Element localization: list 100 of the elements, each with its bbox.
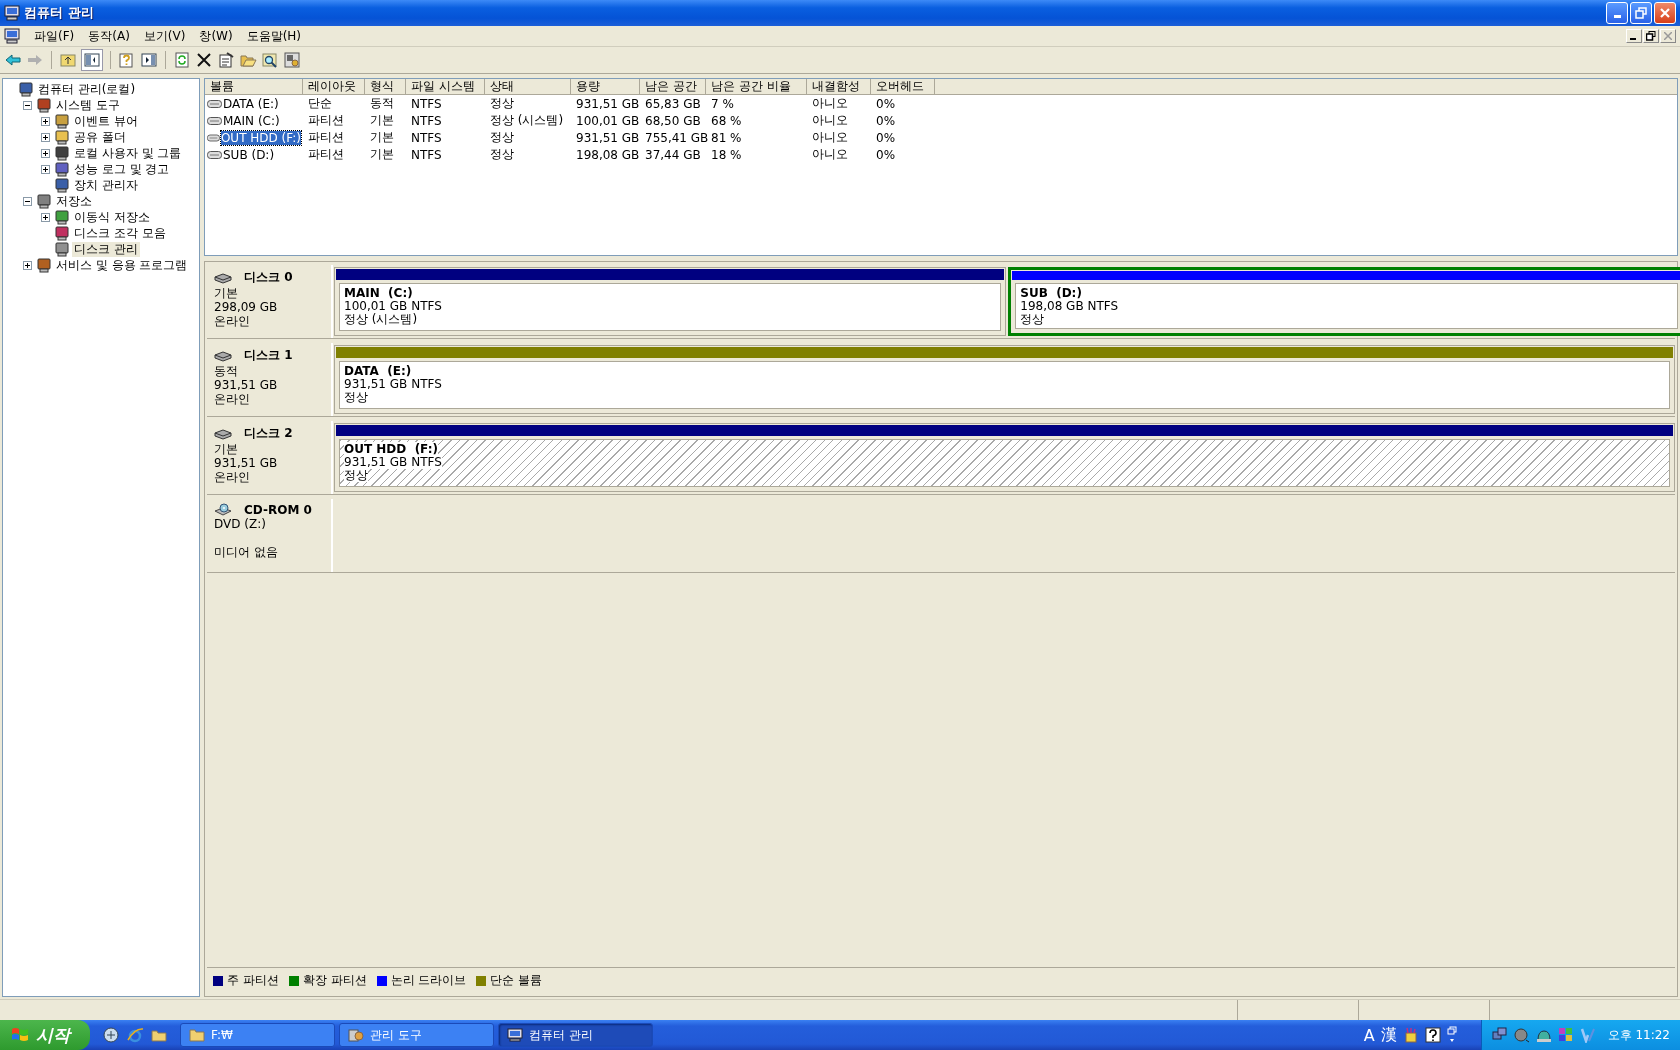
collapse-icon[interactable] [23,100,34,110]
partition-block[interactable]: SUB (D:) 198,08 GB NTFS 정상 [1008,267,1680,336]
expand-icon[interactable] [41,132,52,142]
table-cell-text: 아니오 [811,95,849,112]
tree-item[interactable]: 서비스 및 응용 프로그램 [54,257,190,273]
partition-status: 정상 [344,469,368,482]
network-icon[interactable] [1491,1027,1508,1043]
volume-name[interactable]: SUB (D:) [223,147,275,162]
tree-item[interactable]: 시스템 도구 [54,97,122,113]
column-header[interactable]: 파일 시스템 [406,79,485,94]
taskbar-button[interactable]: 컴퓨터 관리 [498,1023,653,1047]
partition-area[interactable]: DATA (E:) 931,51 GB NTFS 정상 [339,361,1670,409]
partition-block[interactable]: MAIN (C:) 100,01 GB NTFS 정상 (시스템) [334,267,1007,336]
expand-icon[interactable] [41,164,52,174]
action-pane-icon[interactable] [140,51,158,69]
disk-name: 디스크 2 [244,425,293,442]
tree-item[interactable]: 공유 폴더 [72,129,128,145]
tree-item[interactable]: 디스크 조각 모음 [72,225,168,241]
browser-icon[interactable] [126,1026,144,1044]
column-header[interactable]: 형식 [365,79,406,94]
volume-name[interactable]: OUT HDD (F:) [220,130,301,145]
up-folder-icon[interactable] [59,51,77,69]
menu-item[interactable]: 보기(V) [137,26,192,46]
tree-node-icon [54,177,70,193]
tree-item[interactable]: 컴퓨터 관리(로컬) [36,81,138,97]
expand-icon[interactable] [41,212,52,222]
disk-status: 온라인 [214,314,251,328]
partition-block[interactable]: OUT HDD (F:) 931,51 GB NTFS 정상 [334,423,1675,492]
help-icon[interactable] [1424,1027,1441,1043]
disk-name: 디스크 1 [244,347,293,364]
dome-icon[interactable] [1535,1027,1552,1043]
tree-item[interactable]: 로컬 사용자 및 그룹 [72,145,184,161]
volume-name[interactable]: DATA (E:) [223,96,279,111]
puzzle-icon[interactable] [1557,1027,1574,1043]
tree-item[interactable]: 성능 로그 및 경고 [72,161,172,177]
table-cell-text: 정상 [489,95,515,112]
table-cell-text: 정상 (시스템) [489,112,565,129]
expand-icon[interactable] [41,116,52,126]
search-icon[interactable] [261,51,279,69]
minimize-icon [1613,15,1621,18]
menu-item[interactable]: 동작(A) [82,26,136,46]
column-header[interactable]: 볼륨 [205,79,303,94]
tree-item[interactable]: 저장소 [54,193,94,209]
column-header[interactable]: 내결함성 [807,79,871,94]
back-arrow-icon[interactable] [4,51,22,69]
partition-name: SUB (D:) [1020,286,1082,300]
disk-type: DVD (Z:) [214,517,267,531]
minimize-button[interactable] [1626,29,1642,43]
pencil-cup-icon[interactable] [1402,1027,1419,1043]
taskbar-button[interactable]: 관리 도구 [339,1023,494,1047]
tree-node-icon [54,209,70,225]
taskbar-button[interactable]: F:₩ [180,1023,335,1047]
menu-item[interactable]: 도움말(H) [240,26,308,46]
partition-size: 931,51 GB NTFS [344,378,442,391]
close-button[interactable] [1654,2,1676,24]
computer-icon [507,1028,523,1042]
tree-pane-icon[interactable] [81,49,103,71]
tree-item[interactable]: 이벤트 뷰어 [72,113,140,129]
properties-icon[interactable] [217,51,235,69]
restore-icon[interactable] [1446,1026,1457,1044]
settings-icon[interactable] [283,51,301,69]
column-header[interactable]: 오버헤드 [871,79,935,94]
ime-indicator[interactable]: 漢 [1380,1024,1397,1046]
tree-node-icon [36,193,52,209]
menu-item[interactable]: 파일(F) [28,26,81,46]
restore-icon [1646,31,1656,41]
tree-node-icon [54,113,70,129]
restore-icon [1635,7,1647,19]
partition-block[interactable]: DATA (E:) 931,51 GB NTFS 정상 [334,345,1675,414]
expand-icon[interactable] [41,148,52,158]
table-cell-text: 931,51 GB [575,96,640,111]
partition-area[interactable]: OUT HDD (F:) 931,51 GB NTFS 정상 [339,439,1670,487]
restore-button[interactable] [1643,29,1659,43]
delete-icon[interactable] [195,51,213,69]
partition-area[interactable]: SUB (D:) 198,08 GB NTFS 정상 [1015,283,1678,329]
tree-item[interactable]: 이동식 저장소 [72,209,152,225]
partition-area[interactable]: MAIN (C:) 100,01 GB NTFS 정상 (시스템) [339,283,1002,331]
computer-icon[interactable] [4,28,20,44]
app-icon[interactable] [102,1026,120,1044]
disk-type: 기본 [214,286,239,300]
expand-icon[interactable] [23,260,34,270]
ime-indicator[interactable]: A [1363,1025,1375,1045]
column-header[interactable]: 용량 [571,79,640,94]
table-cell-text: 정상 [489,129,515,146]
legend-label: 확장 파티션 [302,972,367,989]
menu-item[interactable]: 창(W) [193,26,239,46]
tree-node-icon [18,81,34,97]
column-header[interactable]: 남은 공간 비율 [706,79,807,94]
table-cell-text: 0% [875,113,897,128]
column-header[interactable]: 남은 공간 [640,79,706,94]
table-cell-text: 정상 [489,146,515,163]
volume-name[interactable]: MAIN (C:) [223,113,280,128]
collapse-icon[interactable] [23,196,34,206]
column-header[interactable]: 레이아웃 [303,79,365,94]
tree-node-icon [54,129,70,145]
table-cell-text: 기본 [369,129,395,146]
tree-item[interactable]: 디스크 관리 [72,241,140,257]
column-header[interactable]: 상태 [485,79,571,94]
drive-icon [207,99,222,108]
tree-item[interactable]: 장치 관리자 [72,177,140,193]
